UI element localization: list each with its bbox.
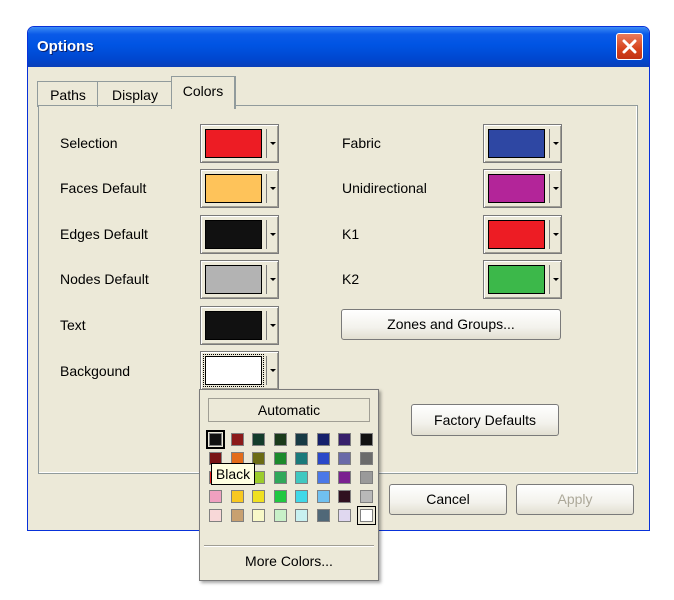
more-colors-button[interactable]: More Colors... <box>200 550 378 572</box>
color-cell[interactable] <box>231 509 244 522</box>
k1-label: K1 <box>342 226 360 242</box>
color-cell[interactable] <box>231 490 244 503</box>
color-cell[interactable] <box>206 430 225 449</box>
dropdown-arrow-icon <box>270 369 276 372</box>
color-cell[interactable] <box>338 490 351 503</box>
color-cell[interactable] <box>231 433 244 446</box>
color-cell[interactable] <box>295 433 308 446</box>
popup-divider <box>204 545 374 546</box>
text-label: Text <box>60 317 86 333</box>
cancel-button[interactable]: Cancel <box>389 484 507 515</box>
color-cell[interactable] <box>338 433 351 446</box>
close-button[interactable] <box>616 33 643 60</box>
color-cell[interactable] <box>360 490 373 503</box>
faces-default-color-picker[interactable] <box>200 169 279 208</box>
color-swatch <box>488 129 545 158</box>
dropdown-arrow-icon <box>270 278 276 281</box>
color-cell[interactable] <box>338 471 351 484</box>
dropdown-arrow-icon <box>553 233 559 236</box>
faces-default-label: Faces Default <box>60 180 147 196</box>
color-cell[interactable] <box>252 509 265 522</box>
tab-paths[interactable]: Paths <box>37 81 98 107</box>
fabric-color-picker[interactable] <box>483 124 562 163</box>
color-swatch <box>205 311 262 340</box>
title-bar[interactable]: Options <box>28 27 649 67</box>
tab-colors[interactable]: Colors <box>171 76 236 109</box>
color-cell[interactable] <box>295 490 308 503</box>
window-title: Options <box>37 38 94 55</box>
color-cell[interactable] <box>357 506 376 525</box>
color-cell[interactable] <box>209 490 222 503</box>
close-icon <box>622 39 637 54</box>
color-cell[interactable] <box>360 452 373 465</box>
color-cell[interactable] <box>274 509 287 522</box>
zones-and-groups-button[interactable]: Zones and Groups... <box>341 309 561 340</box>
edges-default-color-picker[interactable] <box>200 215 279 254</box>
color-cell[interactable] <box>274 433 287 446</box>
nodes-default-color-picker[interactable] <box>200 260 279 299</box>
color-swatch <box>203 354 264 387</box>
dropdown-arrow-icon <box>270 233 276 236</box>
color-cell[interactable] <box>252 433 265 446</box>
color-cell[interactable] <box>274 490 287 503</box>
automatic-color-button[interactable]: Automatic <box>208 398 370 422</box>
color-cell[interactable] <box>295 452 308 465</box>
color-swatch <box>205 129 262 158</box>
color-cell[interactable] <box>274 471 287 484</box>
color-cell[interactable] <box>338 509 351 522</box>
color-cell[interactable] <box>317 490 330 503</box>
color-swatch <box>205 174 262 203</box>
color-cell[interactable] <box>209 509 222 522</box>
dropdown-arrow-icon <box>270 324 276 327</box>
background-color-picker[interactable] <box>200 351 279 390</box>
color-picker-popup: Automatic More Colors... <box>199 389 379 581</box>
color-cell[interactable] <box>252 490 265 503</box>
dropdown-arrow-icon <box>270 187 276 190</box>
color-cell[interactable] <box>360 433 373 446</box>
dropdown-arrow-icon <box>553 187 559 190</box>
edges-default-label: Edges Default <box>60 226 148 242</box>
k2-color-picker[interactable] <box>483 260 562 299</box>
color-swatch <box>488 265 545 294</box>
text-color-picker[interactable] <box>200 306 279 345</box>
dropdown-arrow-icon <box>270 142 276 145</box>
k1-color-picker[interactable] <box>483 215 562 254</box>
nodes-default-label: Nodes Default <box>60 271 149 287</box>
selection-color-picker[interactable] <box>200 124 279 163</box>
color-swatch <box>488 174 545 203</box>
color-swatch <box>205 265 262 294</box>
dropdown-arrow-icon <box>553 142 559 145</box>
apply-button[interactable]: Apply <box>516 484 634 515</box>
color-cell[interactable] <box>274 452 287 465</box>
background-label: Backgound <box>60 363 131 379</box>
unidirectional-label: Unidirectional <box>342 180 427 196</box>
color-cell[interactable] <box>317 471 330 484</box>
selection-label: Selection <box>60 135 118 151</box>
color-swatch <box>488 220 545 249</box>
k2-label: K2 <box>342 271 360 287</box>
color-cell[interactable] <box>360 471 373 484</box>
color-tooltip: Black <box>211 463 255 485</box>
color-cell[interactable] <box>317 509 330 522</box>
unidirectional-color-picker[interactable] <box>483 169 562 208</box>
color-cell[interactable] <box>317 452 330 465</box>
factory-defaults-button[interactable]: Factory Defaults <box>411 404 559 436</box>
tab-display[interactable]: Display <box>97 81 172 107</box>
color-cell[interactable] <box>338 452 351 465</box>
fabric-label: Fabric <box>342 135 381 151</box>
color-cell[interactable] <box>317 433 330 446</box>
color-swatch <box>205 220 262 249</box>
dropdown-arrow-icon <box>553 278 559 281</box>
color-cell[interactable] <box>295 509 308 522</box>
color-cell[interactable] <box>295 471 308 484</box>
